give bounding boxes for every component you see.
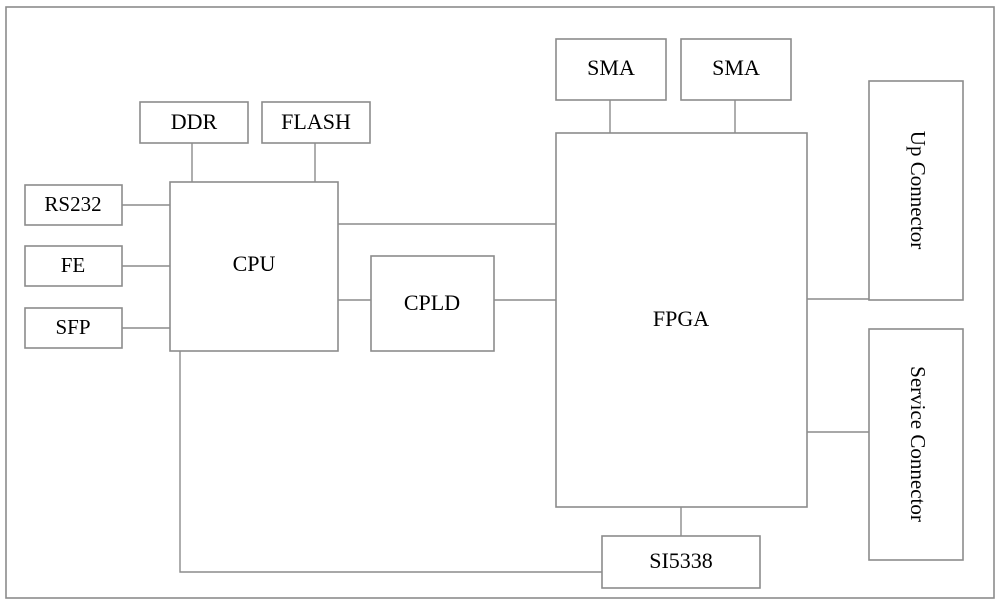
block-service-connector[interactable]: Service Connector (868, 328, 964, 561)
block-si5338[interactable]: SI5338 (601, 535, 761, 589)
block-service-connector-label: Service Connector (906, 366, 930, 522)
block-up-connector[interactable]: Up Connector (868, 80, 964, 301)
block-flash-label: FLASH (281, 109, 351, 134)
wire-cpu-si5338 (179, 351, 602, 573)
block-up-connector-label: Up Connector (906, 131, 930, 249)
block-sma-1[interactable]: SMA (555, 38, 667, 101)
block-sfp[interactable]: SFP (24, 307, 123, 349)
block-rs232-label: RS232 (44, 192, 101, 216)
block-flash[interactable]: FLASH (261, 101, 371, 144)
block-rs232[interactable]: RS232 (24, 184, 123, 226)
block-ddr[interactable]: DDR (139, 101, 249, 144)
block-cpld-label: CPLD (404, 290, 460, 315)
block-fpga[interactable]: FPGA (555, 132, 808, 508)
block-sma-2-label: SMA (712, 55, 760, 80)
block-diagram: DDR FLASH RS232 FE SFP CPU CPLD SMA SMA … (5, 6, 995, 599)
block-cpu[interactable]: CPU (169, 181, 339, 352)
block-si5338-label: SI5338 (649, 548, 713, 573)
block-ddr-label: DDR (171, 109, 218, 134)
block-fe-label: FE (61, 253, 86, 277)
block-sma-2[interactable]: SMA (680, 38, 792, 101)
block-fpga-label: FPGA (653, 306, 709, 331)
block-diagram-canvas: DDR FLASH RS232 FE SFP CPU CPLD SMA SMA … (0, 0, 1000, 607)
block-cpld[interactable]: CPLD (370, 255, 495, 352)
block-sma-1-label: SMA (587, 55, 635, 80)
block-cpu-label: CPU (233, 251, 276, 276)
outer-frame (5, 6, 995, 599)
block-sfp-label: SFP (55, 315, 90, 339)
block-fe[interactable]: FE (24, 245, 123, 287)
